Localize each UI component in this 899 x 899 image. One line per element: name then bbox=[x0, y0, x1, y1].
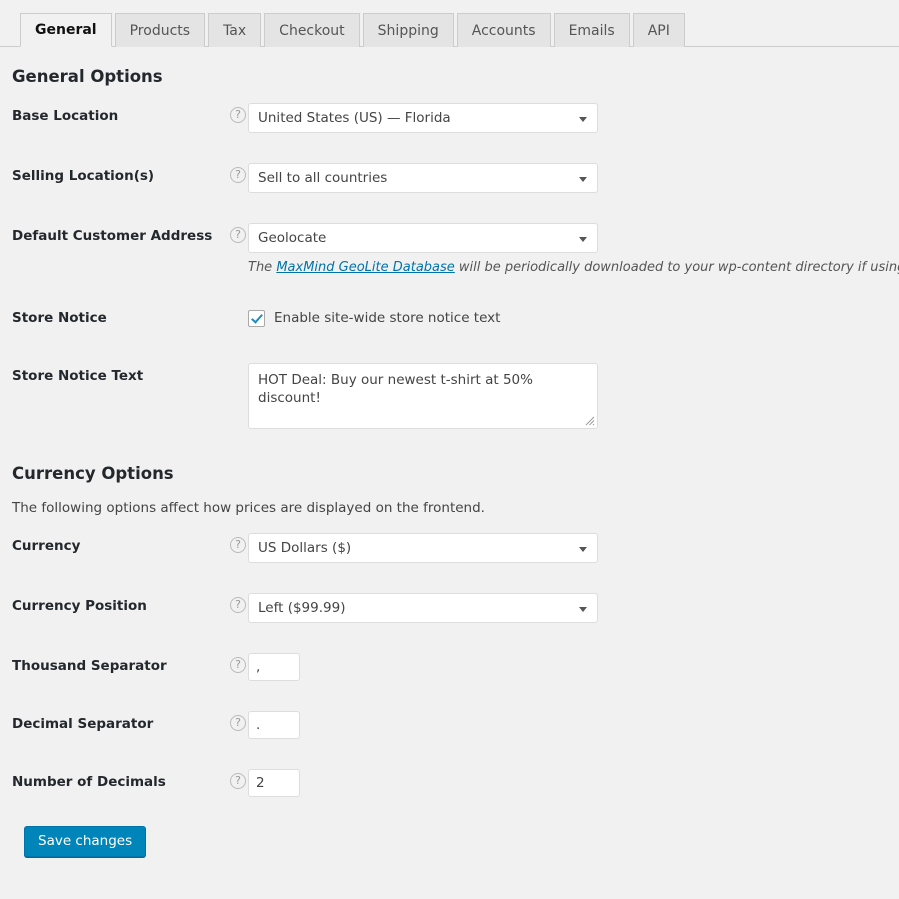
currency-position-value: Left ($99.99) bbox=[258, 599, 346, 616]
default-customer-address-value: Geolocate bbox=[258, 230, 327, 246]
store-notice-text-value: HOT Deal: Buy our newest t-shirt at 50% … bbox=[258, 371, 533, 407]
tab-accounts-label: Accounts bbox=[471, 22, 536, 39]
field-row-base-location: Base Location ? United States (US) — Flo… bbox=[12, 88, 899, 148]
decimal-separator-cell: ? . bbox=[230, 696, 899, 754]
base-location-label: Base Location bbox=[12, 108, 119, 124]
selling-locations-label: Selling Location(s) bbox=[12, 168, 155, 184]
tab-products[interactable]: Products bbox=[114, 13, 206, 47]
question-mark-circle-icon[interactable]: ? bbox=[230, 772, 246, 789]
selling-locations-value: Sell to all countries bbox=[258, 170, 388, 186]
decimal-separator-label: Decimal Separator bbox=[12, 715, 154, 732]
tab-emails-label: Emails bbox=[568, 22, 615, 39]
field-row-number-of-decimals: Number of Decimals ? 2 bbox=[12, 754, 899, 812]
save-changes-button[interactable]: Save changes bbox=[24, 825, 147, 857]
field-row-decimal-separator: Decimal Separator ? . bbox=[12, 696, 899, 754]
field-row-thousand-separator: Thousand Separator ? , bbox=[12, 638, 899, 696]
settings-tab-bar: General Products Tax Checkout Shipping A… bbox=[0, 0, 899, 47]
currency-cell: ? US Dollars ($) bbox=[230, 518, 899, 578]
tab-shipping-label: Shipping bbox=[377, 22, 439, 39]
currency-options-description: The following options affect how prices … bbox=[12, 499, 485, 516]
tab-tax[interactable]: Tax bbox=[208, 13, 262, 47]
question-mark-circle-icon[interactable]: ? bbox=[230, 227, 246, 243]
general-options-table: Base Location ? United States (US) — Flo… bbox=[12, 88, 899, 444]
currency-label: Currency bbox=[12, 537, 81, 554]
default-customer-address-select[interactable]: Geolocate bbox=[248, 223, 598, 253]
store-notice-cell: Enable site-wide store notice text bbox=[248, 290, 899, 348]
selling-locations-cell: ? Sell to all countries bbox=[230, 148, 899, 208]
store-notice-checkbox-row: Enable site-wide store notice text bbox=[248, 305, 889, 331]
chevron-down-icon bbox=[579, 546, 587, 552]
currency-position-label: Currency Position bbox=[12, 597, 147, 614]
question-mark-circle-icon[interactable]: ? bbox=[230, 167, 246, 183]
general-options-heading: General Options bbox=[12, 67, 163, 86]
number-of-decimals-input[interactable]: 2 bbox=[248, 768, 300, 797]
field-row-currency-position: Currency Position ? Left ($99.99) bbox=[12, 578, 899, 638]
resize-grip-icon bbox=[585, 416, 595, 425]
field-row-currency: Currency ? US Dollars ($) bbox=[12, 518, 899, 578]
field-row-selling-locations: Selling Location(s) ? Sell to all countr… bbox=[12, 148, 899, 208]
currency-options-table: Currency ? US Dollars ($) Currency Posit… bbox=[12, 518, 899, 812]
tab-general[interactable]: General bbox=[20, 13, 112, 47]
base-location-cell: ? United States (US) — Florida bbox=[230, 88, 899, 148]
currency-position-cell: ? Left ($99.99) bbox=[230, 578, 899, 638]
selling-locations-select[interactable]: Sell to all countries bbox=[248, 163, 598, 193]
tab-tax-label: Tax bbox=[223, 22, 247, 39]
chevron-down-icon bbox=[579, 117, 587, 122]
geolocation-desc-before: The bbox=[248, 260, 277, 275]
tab-general-label: General bbox=[35, 22, 97, 38]
number-of-decimals-label: Number of Decimals bbox=[12, 773, 166, 790]
default-customer-address-label: Default Customer Address bbox=[12, 228, 213, 244]
tab-accounts[interactable]: Accounts bbox=[456, 13, 551, 47]
currency-select[interactable]: US Dollars ($) bbox=[248, 532, 598, 563]
field-row-store-notice: Store Notice Enable site-wide store noti… bbox=[12, 290, 899, 348]
submit-area: Save changes bbox=[12, 812, 887, 857]
settings-content: General Options Base Location ? United S… bbox=[0, 67, 899, 857]
question-mark-circle-icon[interactable]: ? bbox=[230, 714, 246, 731]
tab-api[interactable]: API bbox=[632, 13, 685, 47]
tab-checkout[interactable]: Checkout bbox=[264, 13, 360, 47]
chevron-down-icon bbox=[579, 606, 587, 612]
field-row-default-customer-address: Default Customer Address ? Geolocate The… bbox=[12, 208, 899, 290]
geolocation-desc-after: will be periodically downloaded to your … bbox=[458, 260, 899, 275]
thousand-separator-input[interactable]: , bbox=[248, 652, 300, 681]
tab-shipping[interactable]: Shipping bbox=[362, 13, 454, 47]
store-notice-label: Store Notice bbox=[12, 310, 107, 326]
maxmind-geolite-database-link[interactable]: MaxMind GeoLite Database bbox=[276, 260, 454, 275]
question-mark-circle-icon[interactable]: ? bbox=[230, 656, 246, 673]
chevron-down-icon bbox=[579, 177, 587, 182]
store-notice-checkbox[interactable] bbox=[248, 309, 265, 327]
tab-emails[interactable]: Emails bbox=[553, 13, 630, 47]
chevron-down-icon bbox=[579, 237, 587, 242]
store-notice-text-label: Store Notice Text bbox=[12, 367, 144, 384]
currency-value: US Dollars ($) bbox=[258, 539, 352, 556]
thousand-separator-cell: ? , bbox=[230, 638, 899, 696]
question-mark-circle-icon[interactable]: ? bbox=[230, 596, 246, 613]
question-mark-circle-icon[interactable]: ? bbox=[230, 107, 246, 123]
base-location-value: United States (US) — Florida bbox=[258, 110, 451, 126]
field-row-store-notice-text: Store Notice Text HOT Deal: Buy our newe… bbox=[12, 348, 899, 444]
currency-position-select[interactable]: Left ($99.99) bbox=[248, 592, 598, 623]
currency-options-heading: Currency Options bbox=[12, 463, 174, 483]
thousand-separator-label: Thousand Separator bbox=[12, 657, 167, 674]
decimal-separator-input[interactable]: . bbox=[248, 710, 300, 739]
question-mark-circle-icon[interactable]: ? bbox=[230, 536, 246, 553]
tab-products-label: Products bbox=[129, 22, 191, 39]
geolocation-description: The MaxMind GeoLite Database will be per… bbox=[248, 260, 899, 275]
base-location-select[interactable]: United States (US) — Florida bbox=[248, 103, 598, 133]
number-of-decimals-cell: ? 2 bbox=[230, 754, 899, 812]
tab-checkout-label: Checkout bbox=[279, 22, 345, 39]
default-customer-address-cell: ? Geolocate The MaxMind GeoLite Database… bbox=[230, 208, 899, 290]
store-notice-checkbox-label[interactable]: Enable site-wide store notice text bbox=[274, 310, 500, 326]
store-notice-text-textarea[interactable]: HOT Deal: Buy our newest t-shirt at 50% … bbox=[248, 362, 598, 429]
tab-api-label: API bbox=[647, 22, 670, 39]
store-notice-text-cell: HOT Deal: Buy our newest t-shirt at 50% … bbox=[248, 348, 899, 444]
